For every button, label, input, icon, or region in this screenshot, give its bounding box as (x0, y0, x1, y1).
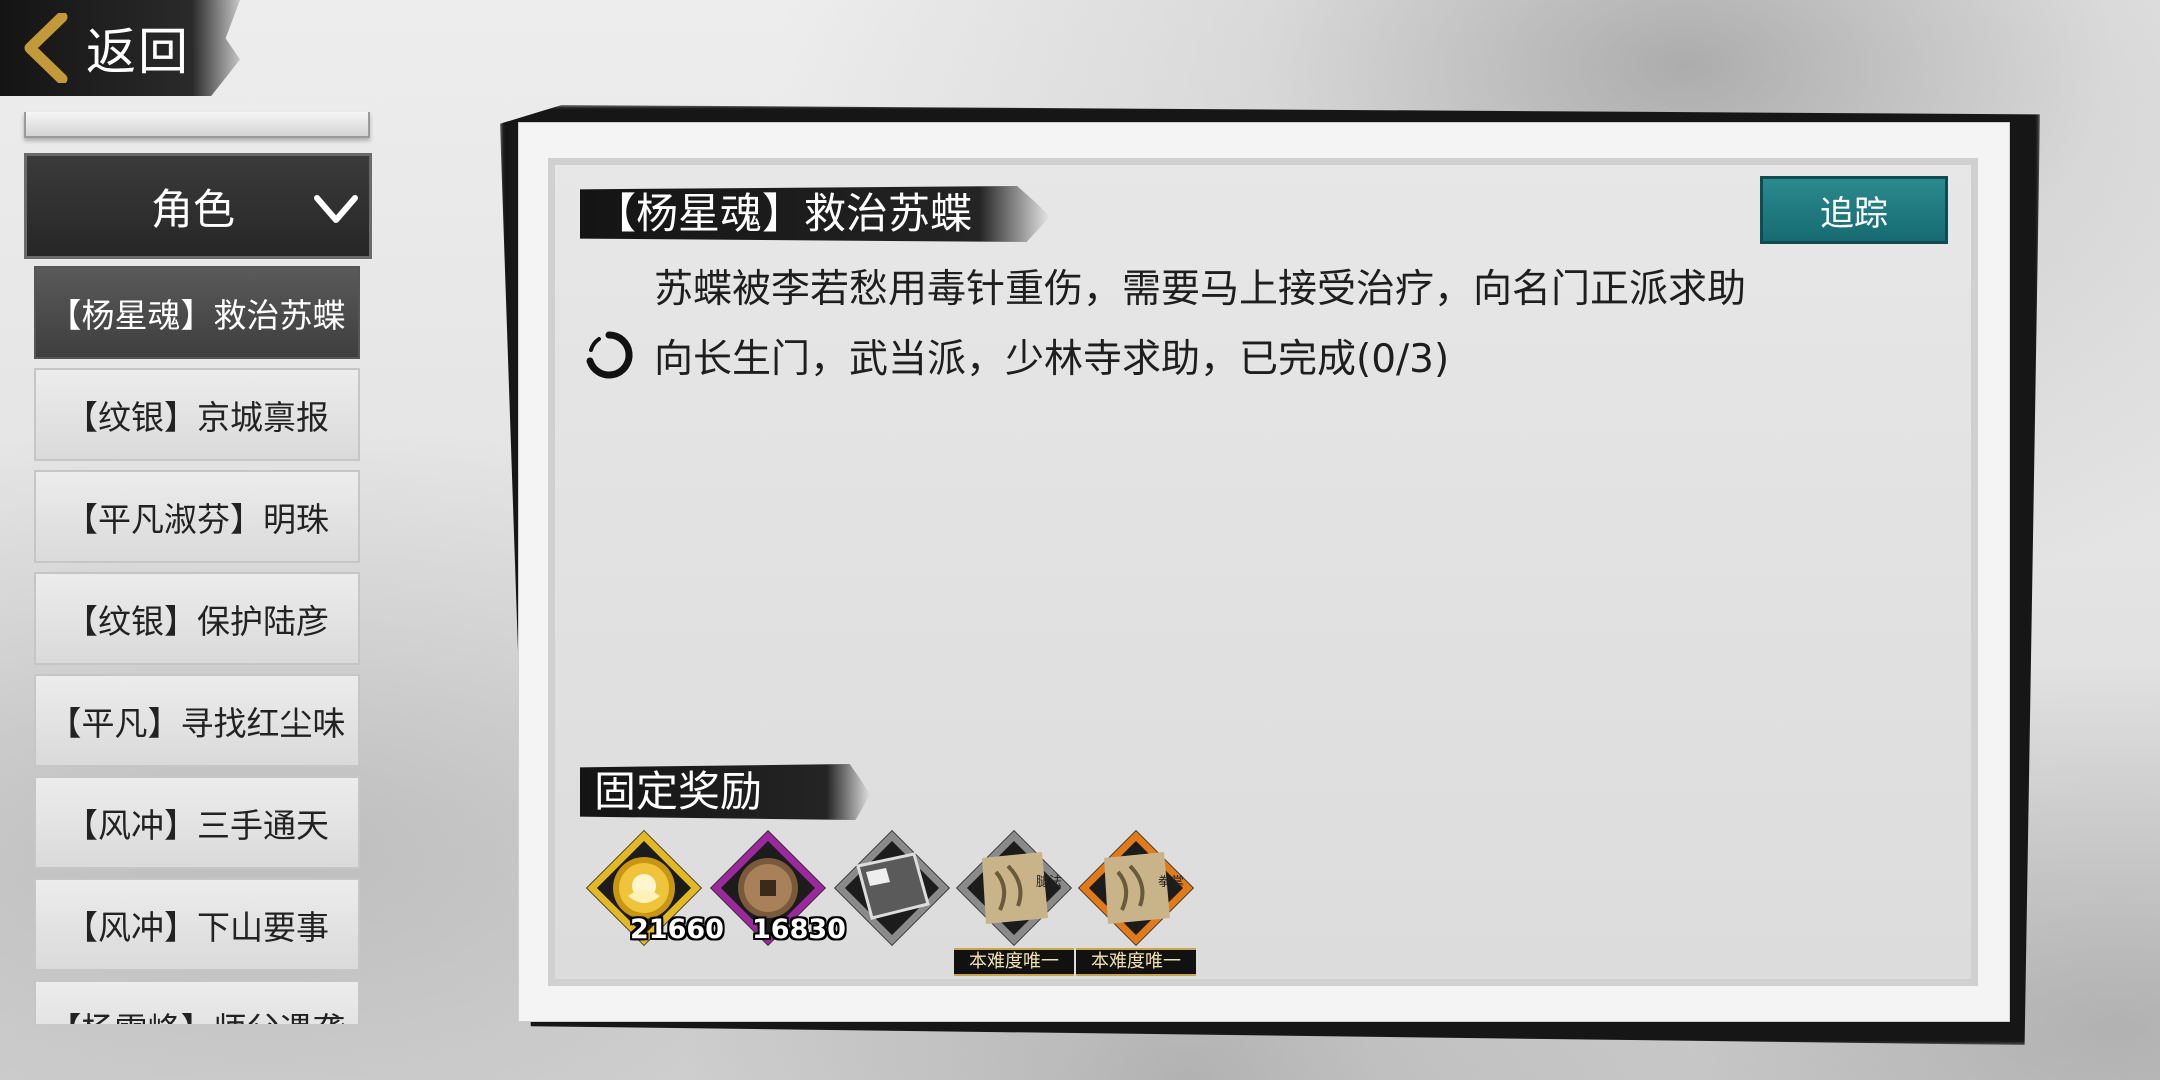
svg-text:腿法: 腿法 (1036, 875, 1062, 890)
leg-technique-scroll-icon: 腿法 (956, 830, 1072, 946)
manual-book-icon (834, 830, 950, 946)
category-label: 角色 (150, 184, 235, 234)
chevron-left-icon (24, 13, 68, 83)
track-button[interactable]: 追踪 (1760, 176, 1948, 244)
progress-ring-icon (586, 331, 633, 379)
chevron-down-icon (314, 195, 358, 223)
quest-list-item[interactable]: 【风冲】下山要事 (34, 878, 360, 971)
svg-text:拳掌: 拳掌 (1158, 874, 1184, 890)
quest-list-item[interactable]: 【平凡淑芬】明珠 (34, 470, 360, 563)
unique-reward-tag: 本难度唯一 (954, 948, 1074, 976)
rewards-title: 固定奖励 (580, 764, 870, 820)
quest-list-item[interactable]: 【风冲】三手通天 (34, 776, 360, 869)
back-label: 返回 (86, 23, 190, 81)
reward-item[interactable] (830, 826, 954, 950)
quest-list-item[interactable]: 【杨雪峰】师父遇袭 (34, 980, 360, 1024)
quest-list-item[interactable]: 【纹银】保护陆彦 (34, 572, 360, 665)
reward-item[interactable]: 拳掌 (1074, 826, 1198, 950)
unique-reward-tag: 本难度唯一 (1076, 948, 1196, 976)
category-dropdown[interactable]: 角色 (24, 153, 372, 259)
reward-item[interactable]: 腿法 (952, 826, 1076, 950)
quest-list-item[interactable]: 【纹银】京城禀报 (34, 368, 360, 461)
quest-list[interactable]: 【杨星魂】救治苏蝶 【纹银】京城禀报 【平凡淑芬】明珠 【纹银】保护陆彦 【平凡… (34, 266, 360, 1024)
quest-objective: 向长生门，武当派，少林寺求助，已完成(0/3) (654, 337, 1450, 382)
quest-description: 苏蝶被李若愁用毒针重伤，需要马上接受治疗，向名门正派求助 (654, 267, 1747, 312)
back-button[interactable]: 返回 (0, 0, 240, 96)
quest-title: 【杨星魂】救治苏蝶 (580, 186, 1050, 242)
sidebar-category-collapsed[interactable] (24, 112, 370, 138)
quest-list-item[interactable]: 【杨星魂】救治苏蝶 (34, 266, 360, 359)
fist-technique-scroll-icon: 拳掌 (1078, 830, 1194, 946)
quest-list-item[interactable]: 【平凡】寻找红尘味 (34, 674, 360, 767)
